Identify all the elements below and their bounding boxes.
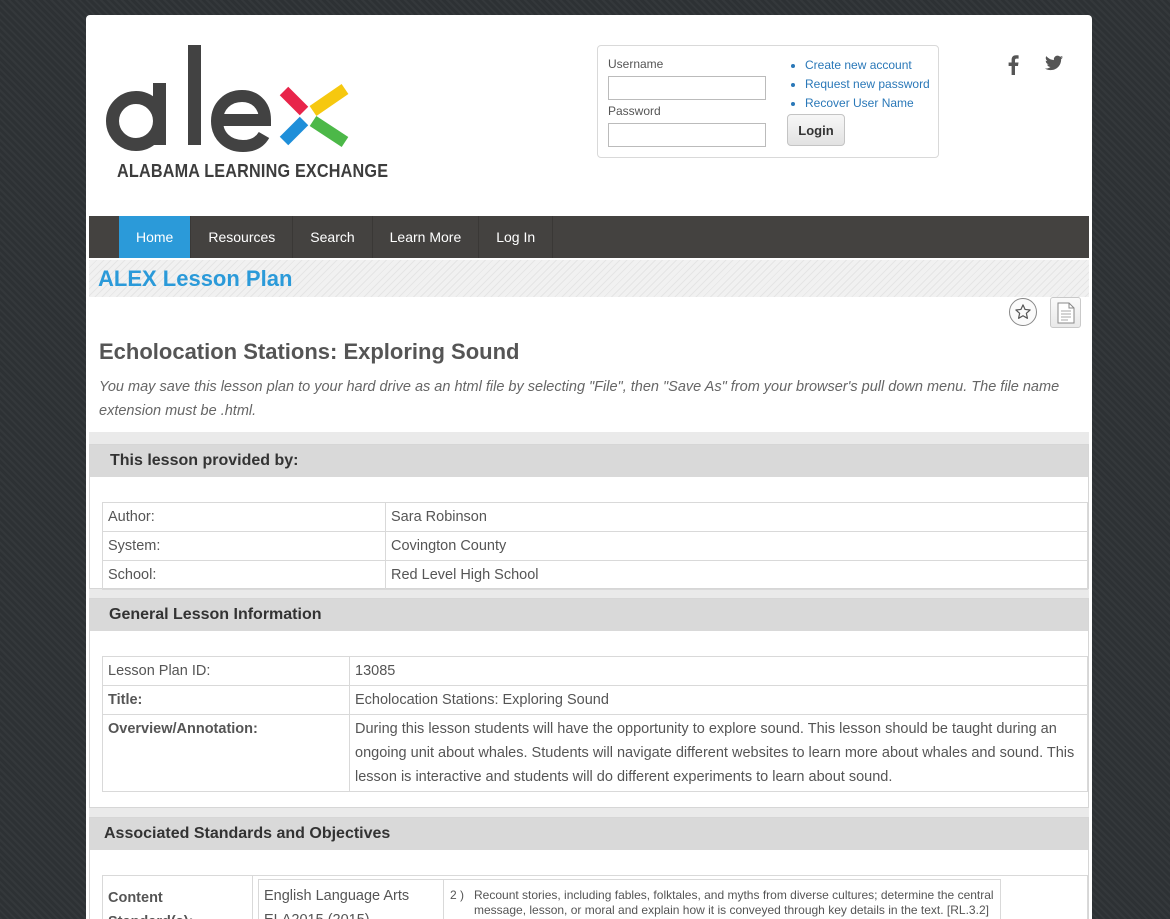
standard-number: 2 ) (450, 888, 465, 902)
school-label: School: (102, 560, 386, 590)
provided-by-header: This lesson provided by: (90, 445, 1088, 477)
login-form: Username Password Create new account Req… (597, 45, 939, 158)
title-value: Echolocation Stations: Exploring Sound (349, 685, 1088, 715)
nav-learn-more[interactable]: Learn More (373, 216, 480, 258)
page-title: ALEX Lesson Plan (98, 266, 293, 291)
school-value: Red Level High School (385, 560, 1088, 590)
lesson-title: Echolocation Stations: Exploring Sound (99, 339, 520, 364)
twitter-icon[interactable] (1045, 55, 1063, 76)
document-icon[interactable] (1050, 297, 1081, 328)
favorite-star-icon[interactable] (1009, 298, 1037, 326)
nav-log-in[interactable]: Log In (479, 216, 554, 258)
save-instructions: You may save this lesson plan to your ha… (99, 379, 1060, 419)
table-row: English Language Arts ELA2015 (2015) 2 )… (258, 879, 1001, 919)
table-row: Lesson Plan ID: 13085 (102, 656, 1088, 686)
lesson-id-value: 13085 (349, 656, 1088, 686)
overview-label: Overview/Annotation: (102, 714, 350, 792)
standard-item: 2 ) Recount stories, including fables, f… (450, 888, 995, 918)
password-input[interactable] (608, 123, 766, 147)
provided-by-section: This lesson provided by: Author: Sara Ro… (89, 444, 1089, 590)
create-account-link[interactable]: Create new account (805, 58, 912, 72)
recover-username-item: Recover User Name (805, 94, 930, 113)
provided-by-table: Author: Sara Robinson System: Covington … (102, 502, 1088, 590)
content-standards-label: Content Standard(s): (102, 875, 253, 919)
standards-table: Content Standard(s): English Language Ar… (102, 875, 1088, 919)
table-row: School: Red Level High School (102, 560, 1088, 590)
table-row: Content Standard(s): English Language Ar… (102, 875, 1088, 919)
username-input[interactable] (608, 76, 766, 100)
standards-header: Associated Standards and Objectives (90, 818, 1088, 850)
recover-username-link[interactable]: Recover User Name (805, 96, 914, 110)
main-nav: Home Resources Search Learn More Log In (89, 216, 1089, 258)
page-title-band: ALEX Lesson Plan (89, 260, 1089, 297)
author-label: Author: (102, 502, 386, 532)
general-info-table: Lesson Plan ID: 13085 Title: Echolocatio… (102, 656, 1088, 792)
lesson-id-label: Lesson Plan ID: (102, 656, 350, 686)
nav-home[interactable]: Home (119, 216, 192, 258)
system-value: Covington County (385, 531, 1088, 561)
account-links: Create new account Request new password … (790, 56, 930, 113)
nav-resources[interactable]: Resources (191, 216, 294, 258)
alex-logo[interactable]: ALABAMA LEARNING EXCHANGE (106, 43, 388, 188)
password-label: Password (608, 104, 661, 118)
logo-subtitle: ALABAMA LEARNING EXCHANGE (117, 161, 389, 181)
table-row: System: Covington County (102, 531, 1088, 561)
facebook-icon[interactable] (1007, 55, 1019, 80)
general-info-section: General Lesson Information Lesson Plan I… (89, 598, 1089, 808)
author-value: Sara Robinson (385, 502, 1088, 532)
username-label: Username (608, 57, 664, 71)
request-password-link[interactable]: Request new password (805, 77, 930, 91)
standard-description: 2 ) Recount stories, including fables, f… (443, 879, 1001, 919)
table-row: Overview/Annotation: During this lesson … (102, 714, 1088, 792)
table-row: Author: Sara Robinson (102, 502, 1088, 532)
login-button[interactable]: Login (787, 114, 845, 146)
request-password-item: Request new password (805, 75, 930, 94)
standards-inner-table: English Language Arts ELA2015 (2015) 2 )… (258, 879, 1001, 919)
overview-value: During this lesson students will have th… (349, 714, 1088, 792)
alex-logo-mark (106, 45, 349, 153)
page-container: ALABAMA LEARNING EXCHANGE Username Passw… (86, 15, 1092, 919)
standard-text: Recount stories, including fables, folkt… (474, 888, 994, 917)
lesson-content: This lesson provided by: Author: Sara Ro… (89, 432, 1089, 919)
title-label: Title: (102, 685, 350, 715)
standards-cell: English Language Arts ELA2015 (2015) 2 )… (252, 875, 1088, 919)
system-label: System: (102, 531, 386, 561)
create-account-item: Create new account (805, 56, 930, 75)
nav-search[interactable]: Search (293, 216, 373, 258)
table-row: Title: Echolocation Stations: Exploring … (102, 685, 1088, 715)
standard-subject: English Language Arts ELA2015 (2015) (258, 879, 444, 919)
standards-section: Associated Standards and Objectives Cont… (89, 817, 1089, 919)
general-info-header: General Lesson Information (90, 599, 1088, 631)
